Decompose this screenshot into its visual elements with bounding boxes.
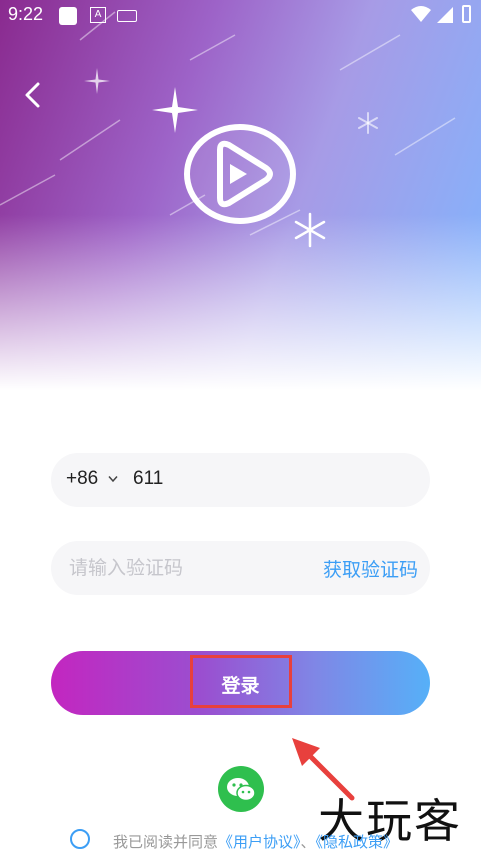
- back-icon[interactable]: [18, 80, 48, 110]
- status-bar: 9:22 A: [0, 0, 481, 32]
- country-code[interactable]: +86: [66, 468, 98, 490]
- wechat-login-button[interactable]: [218, 766, 264, 812]
- highlight-box: [190, 655, 292, 708]
- battery-icon: [462, 5, 471, 23]
- privacy-policy-link[interactable]: 《隐私政策》: [316, 833, 399, 851]
- a-icon: A: [90, 7, 106, 23]
- user-agreement-link[interactable]: 《用户协议》: [218, 833, 301, 851]
- verification-code-input[interactable]: [67, 551, 291, 587]
- play-logo-icon: [184, 124, 296, 224]
- agreement-text: 我已阅读并同意《用户协议》、《隐私政策》: [113, 831, 398, 852]
- status-time: 9:22: [8, 4, 44, 24]
- keyboard-icon: [117, 10, 137, 22]
- sparkle-small-icon: [84, 68, 110, 94]
- phone-number-field[interactable]: 611: [133, 468, 163, 490]
- wifi-icon: [411, 6, 431, 22]
- snowflake-icon: [294, 212, 326, 248]
- agreement-radio[interactable]: [70, 829, 90, 849]
- agreement-prefix: 我已阅读并同意: [113, 833, 219, 851]
- code-input-row: 获取验证码: [51, 541, 430, 595]
- snowflake-small-icon: [358, 112, 378, 134]
- wechat-icon: [227, 778, 256, 802]
- signal-icon: [437, 7, 453, 23]
- get-code-button[interactable]: 获取验证码: [323, 555, 418, 582]
- phone-input-row[interactable]: +86 611: [51, 453, 430, 507]
- notification-icon: [59, 7, 77, 25]
- chevron-down-icon[interactable]: [108, 475, 118, 483]
- agreement-separator: 、: [300, 833, 316, 851]
